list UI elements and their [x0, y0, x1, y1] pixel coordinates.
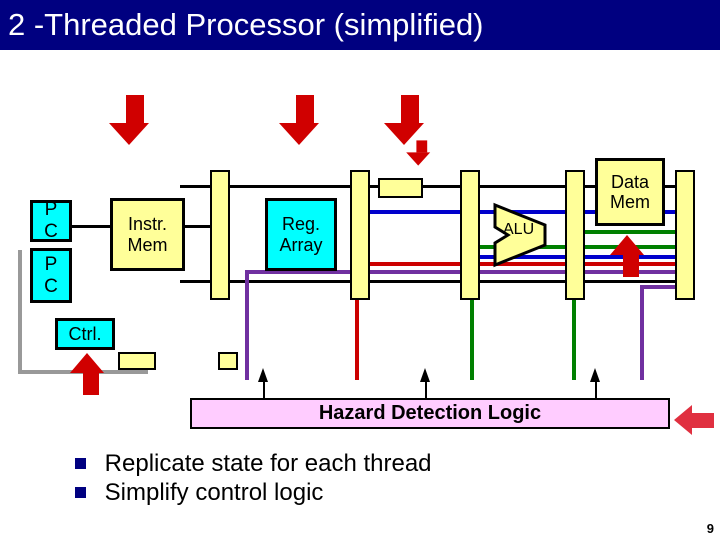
- mux-box: [378, 178, 423, 198]
- pipeline-register: [460, 170, 480, 300]
- register-array-box: Reg. Array: [265, 198, 337, 271]
- bullet-list: Replicate state for each thread Simplify…: [35, 449, 432, 508]
- hazard-sense-line: [425, 380, 427, 398]
- hazard-sense-arrow-icon: [590, 368, 600, 382]
- control-box: Ctrl.: [55, 318, 115, 350]
- ctrl-label: Ctrl.: [69, 324, 102, 345]
- control-tap: [118, 352, 156, 370]
- hazard-sense-line: [263, 380, 265, 398]
- alu-label: ALU: [503, 221, 534, 239]
- hazard-sense-line: [595, 380, 597, 398]
- bullet-item: Simplify control logic: [75, 479, 432, 507]
- pipeline-register: [210, 170, 230, 300]
- instruction-memory-box: Instr. Mem: [110, 198, 185, 271]
- hazard-left-arrow-icon: [674, 405, 714, 435]
- control-tap: [218, 352, 238, 370]
- thread-arrow-down-icon: [290, 95, 319, 145]
- title-text: 2 -Threaded Processor (simplified): [8, 7, 484, 42]
- data-down-arrow-icon: [413, 141, 430, 166]
- pc1-label: P C: [44, 199, 58, 243]
- dmem-label: Data Mem: [610, 172, 650, 213]
- program-counter-box: P C: [30, 248, 72, 303]
- page-number: 9: [707, 521, 714, 536]
- pipeline-diagram: P C P C Instr. Mem Reg. Array ALU Data M…: [0, 50, 720, 390]
- regarray-label: Reg. Array: [279, 214, 322, 255]
- ctrl-up-arrow-icon: [78, 353, 104, 395]
- bullet-item: Replicate state for each thread: [75, 450, 432, 478]
- imem-label: Instr. Mem: [128, 214, 168, 255]
- pipeline-register: [675, 170, 695, 300]
- data-memory-box: Data Mem: [595, 158, 665, 226]
- thread-arrow-down-icon: [395, 95, 424, 145]
- pipeline-register: [565, 170, 585, 300]
- data-up-arrow-icon: [618, 235, 644, 277]
- hazard-label: Hazard Detection Logic: [319, 402, 541, 424]
- slide-title: 2 -Threaded Processor (simplified): [0, 0, 720, 50]
- hazard-sense-arrow-icon: [420, 368, 430, 382]
- hazard-detection-bar: Hazard Detection Logic: [190, 398, 670, 429]
- thread-arrow-down-icon: [120, 95, 149, 145]
- hazard-sense-arrow-icon: [258, 368, 268, 382]
- pipeline-register: [350, 170, 370, 300]
- pc2-label: P C: [44, 254, 58, 298]
- program-counter-box: P C: [30, 200, 72, 242]
